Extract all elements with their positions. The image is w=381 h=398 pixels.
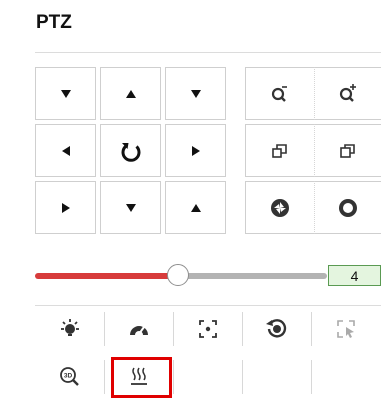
pan-right-button[interactable] [165,124,226,177]
arrow-down-icon [125,203,136,212]
toolbar-empty-slot [242,360,311,394]
tilt-up-button[interactable] [100,67,161,120]
lens-initialize-icon [266,319,287,338]
lens-init-button[interactable] [242,312,311,346]
panel-title: PTZ [36,12,72,33]
auto-pan-button[interactable] [100,124,161,177]
focus-frame-icon [199,320,217,338]
iris-close-icon [271,198,289,217]
light-bulb-icon [60,319,79,336]
zoom-in-icon [339,83,356,102]
rotate-icon [121,142,140,162]
iris-open-button[interactable] [315,181,381,234]
focus-near-button[interactable] [245,124,315,177]
pan-up-left-button[interactable] [35,67,96,120]
iris-close-button[interactable] [245,181,315,234]
heater-icon [131,367,147,385]
pan-down-left-button[interactable] [35,181,96,234]
speed-slider: 4 [35,262,381,292]
speed-track-remaining [181,273,327,279]
pan-up-right-button[interactable] [165,67,226,120]
light-button[interactable] [35,312,104,346]
wiper-button[interactable] [104,312,173,346]
lens-controls [245,67,381,234]
arrow-up-right-icon [190,89,201,98]
heater-button[interactable] [104,360,173,394]
zoom-out-icon [271,85,287,102]
3d-zoom-button[interactable]: 3D [35,360,104,394]
one-touch-focus-button[interactable] [173,312,242,346]
toolbar-empty-slot [311,360,380,394]
focus-far-icon [340,143,355,158]
focus-far-button[interactable] [315,124,381,177]
arrow-up-icon [125,89,136,98]
speed-track-filled [35,273,181,279]
toolbar-empty-slot [173,360,242,394]
direction-pad [35,67,226,234]
arrow-down-left-icon [61,202,70,213]
manual-tracking-button[interactable] [311,312,380,346]
zoom-out-button[interactable] [245,67,315,120]
wiper-icon [130,326,148,335]
arrow-up-left-icon [60,89,71,98]
svg-text:3D: 3D [63,373,72,380]
arrow-left-icon [61,145,70,156]
manual-tracking-icon [337,320,355,338]
3d-zoom-icon: 3D [59,367,79,386]
speed-value[interactable]: 4 [328,265,381,286]
toolbar-row-1 [35,312,381,346]
zoom-in-button[interactable] [315,67,381,120]
pan-down-right-button[interactable] [165,181,226,234]
title-divider [35,52,381,53]
arrow-down-right-icon [190,203,201,212]
focus-near-icon [272,143,287,158]
speed-slider-handle[interactable] [167,264,189,286]
toolbar-divider [35,305,381,306]
arrow-right-icon [191,145,200,156]
toolbar-row-2: 3D [35,360,381,394]
pan-left-button[interactable] [35,124,96,177]
iris-open-icon [339,198,357,217]
tilt-down-button[interactable] [100,181,161,234]
